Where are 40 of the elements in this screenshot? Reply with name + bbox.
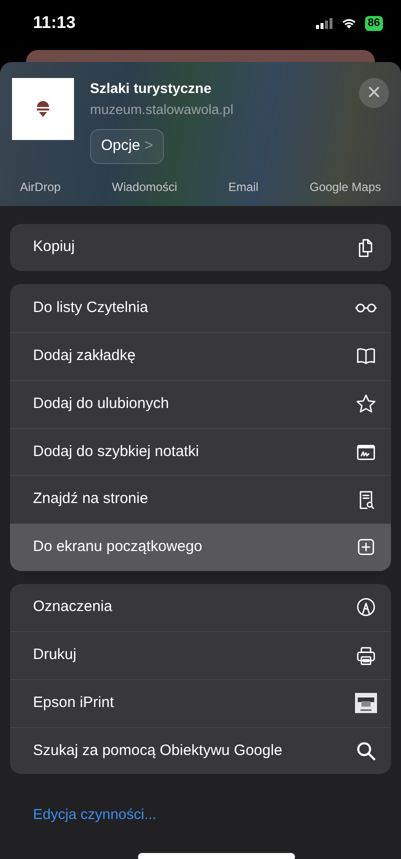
action-row[interactable]: Epson iPrint [10, 678, 391, 727]
battery-level: 86 [364, 16, 383, 30]
clock: 11:13 [33, 12, 76, 34]
app-label[interactable]: Wiadomości [112, 178, 178, 196]
pen-circle-icon [355, 596, 377, 618]
action-label: Dodaj do szybkiej notatki [33, 442, 199, 462]
star-icon [355, 393, 377, 416]
action-label: Znajdź na stronie [33, 489, 148, 510]
action-row[interactable]: Do listy Czytelnia [10, 284, 391, 332]
wifi-icon [340, 17, 357, 29]
search-icon [355, 740, 377, 762]
action-row[interactable]: Szukaj za pomocą Obiektywu Google [10, 726, 391, 774]
action-label: Dodaj zakładkę [33, 346, 136, 366]
app-label[interactable]: AirDrop [20, 178, 61, 196]
action-row[interactable]: Oznaczenia [10, 584, 391, 632]
signal-icon [316, 18, 333, 28]
pin-logo-icon [36, 100, 50, 118]
action-label: Drukuj [33, 645, 76, 666]
app-label[interactable]: Google Maps [310, 178, 381, 196]
action-row[interactable]: Kopiuj [10, 224, 391, 272]
action-label: Do listy Czytelnia [33, 298, 148, 318]
action-row[interactable]: Dodaj do ulubionych [10, 380, 391, 428]
action-label: Dodaj do ulubionych [33, 394, 169, 414]
edit-actions-link[interactable]: Edycja czynności... [33, 807, 156, 824]
page-url: muzeum.stalowawola.pl [90, 101, 234, 119]
action-label: Szukaj za pomocą Obiektywu Google [33, 740, 282, 761]
printer-app-icon [355, 692, 377, 714]
action-label: Oznaczenia [33, 597, 112, 618]
close-button[interactable]: × [359, 78, 389, 108]
action-row[interactable]: Drukuj [10, 631, 391, 679]
printer-icon [355, 644, 377, 667]
action-label: Kopiuj [33, 237, 75, 258]
action-label: Epson iPrint [33, 693, 114, 714]
action-row[interactable]: Dodaj zakładkę [10, 332, 391, 380]
action-row[interactable]: Dodaj do szybkiej notatki [10, 428, 391, 476]
action-label: Do ekranu początkowego [33, 536, 202, 557]
app-label[interactable]: Email [228, 178, 258, 196]
action-row[interactable]: Do ekranu początkowego [10, 522, 391, 571]
page-title: Szlaki turystyczne [90, 79, 212, 98]
options-button[interactable]: Opcje > [90, 129, 164, 164]
